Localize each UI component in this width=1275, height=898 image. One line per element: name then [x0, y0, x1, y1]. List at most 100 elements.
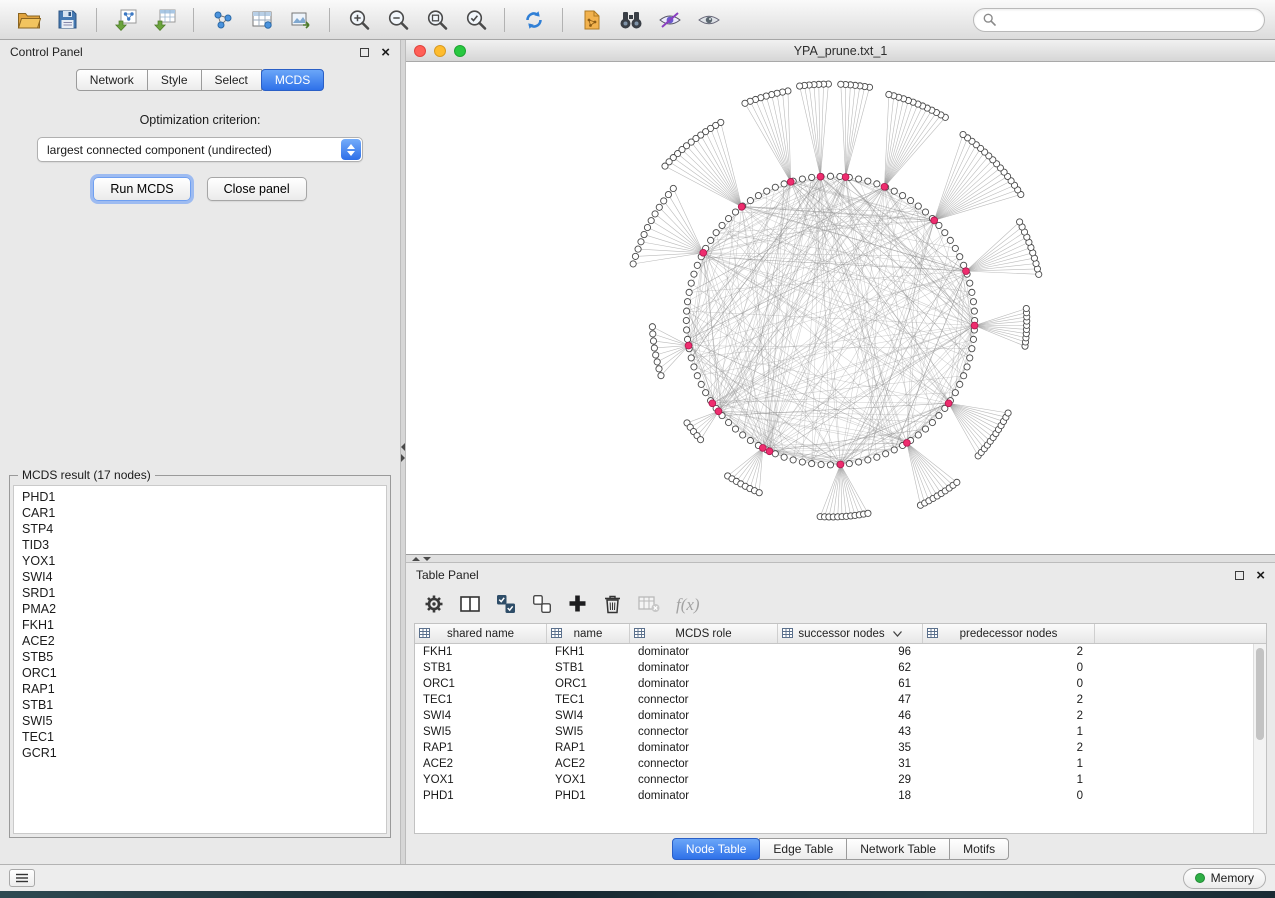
tab-select[interactable]: Select — [201, 69, 262, 91]
tab-mcds[interactable]: MCDS — [261, 69, 324, 91]
right-column: YPA_prune.txt_1 Table Panel × f(x) — [406, 40, 1275, 864]
mcds-result-item[interactable]: PMA2 — [14, 601, 386, 617]
close-panel-button[interactable]: Close panel — [207, 177, 307, 201]
deselect-all-button[interactable] — [532, 594, 552, 617]
table-cell: 1 — [923, 756, 1095, 772]
new-table-button[interactable] — [243, 4, 280, 36]
column-header-name[interactable]: name — [547, 624, 630, 643]
tab-network-table[interactable]: Network Table — [846, 838, 950, 860]
select-all-button[interactable] — [496, 594, 516, 617]
mcds-result-item[interactable]: RAP1 — [14, 681, 386, 697]
run-mcds-button[interactable]: Run MCDS — [93, 177, 190, 201]
maximize-window-button[interactable] — [454, 45, 466, 57]
network-graph[interactable] — [406, 62, 1275, 554]
save-session-button[interactable] — [49, 4, 86, 36]
tab-edge-table[interactable]: Edge Table — [759, 838, 847, 860]
open-file-button[interactable] — [10, 4, 47, 36]
mcds-result-item[interactable]: ACE2 — [14, 633, 386, 649]
fx-button[interactable]: f(x) — [676, 595, 700, 615]
column-header-MCDS-role[interactable]: MCDS role — [630, 624, 778, 643]
control-panel-title: Control Panel — [10, 45, 83, 59]
tab-motifs[interactable]: Motifs — [949, 838, 1009, 860]
table-cell: PHD1 — [547, 788, 630, 804]
minimize-window-button[interactable] — [434, 45, 446, 57]
float-table-panel-icon[interactable] — [1235, 571, 1244, 580]
delete-button[interactable] — [603, 594, 622, 617]
table-row[interactable]: SWI5SWI5connector431 — [415, 724, 1266, 740]
toolbar-separator — [562, 8, 563, 32]
table-row[interactable]: ORC1ORC1dominator610 — [415, 676, 1266, 692]
table-row[interactable]: YOX1YOX1connector291 — [415, 772, 1266, 788]
mcds-result-item[interactable]: PHD1 — [14, 489, 386, 505]
table-scrollbar[interactable] — [1253, 644, 1266, 833]
memory-button[interactable]: Memory — [1183, 868, 1266, 889]
criterion-dropdown[interactable]: largest connected component (undirected) — [37, 137, 363, 162]
mcds-result-item[interactable]: TID3 — [14, 537, 386, 553]
search-field[interactable] — [973, 8, 1265, 32]
zoom-fit-button[interactable] — [418, 4, 455, 36]
mcds-result-item[interactable]: TEC1 — [14, 729, 386, 745]
optimization-criterion-label: Optimization criterion: — [9, 113, 391, 127]
add-button[interactable] — [568, 594, 587, 616]
table-row[interactable]: PHD1PHD1dominator180 — [415, 788, 1266, 804]
column-header-successor-nodes[interactable]: successor nodes — [778, 624, 923, 643]
import-table-icon — [153, 9, 177, 31]
horizontal-splitter[interactable] — [406, 555, 1275, 563]
refresh-layout-button[interactable] — [515, 4, 552, 36]
import-network-button[interactable] — [107, 4, 144, 36]
mcds-result-item[interactable]: SRD1 — [14, 585, 386, 601]
table-row[interactable]: RAP1RAP1dominator352 — [415, 740, 1266, 756]
delete-column-button[interactable] — [638, 595, 660, 616]
zoom-selected-button[interactable] — [457, 4, 494, 36]
mcds-result-item[interactable]: SWI5 — [14, 713, 386, 729]
table-row[interactable]: TEC1TEC1connector472 — [415, 692, 1266, 708]
network-window: YPA_prune.txt_1 — [406, 40, 1275, 555]
select-all-icon — [496, 594, 516, 617]
column-header-predecessor-nodes[interactable]: predecessor nodes — [923, 624, 1095, 643]
table-row[interactable]: ACE2ACE2connector311 — [415, 756, 1266, 772]
close-panel-icon[interactable]: × — [381, 45, 390, 60]
export-graphics-button[interactable] — [282, 4, 319, 36]
new-network-button[interactable] — [204, 4, 241, 36]
collapse-down-icon[interactable] — [423, 557, 431, 561]
scrollbar-thumb[interactable] — [1256, 648, 1264, 740]
import-table-button[interactable] — [146, 4, 183, 36]
table-cell: connector — [630, 692, 778, 708]
search-input[interactable] — [1002, 13, 1255, 27]
collapse-right-icon[interactable] — [401, 454, 405, 462]
mcds-result-item[interactable]: STB1 — [14, 697, 386, 713]
tab-style[interactable]: Style — [147, 69, 202, 91]
table-cell: 0 — [923, 660, 1095, 676]
collapse-left-icon[interactable] — [401, 443, 405, 451]
mcds-result-item[interactable]: STB5 — [14, 649, 386, 665]
zoom-in-button[interactable] — [340, 4, 377, 36]
graphics-details-button[interactable] — [651, 4, 688, 36]
mcds-result-list[interactable]: PHD1CAR1STP4TID3YOX1SWI4SRD1PMA2FKH1ACE2… — [13, 485, 387, 834]
tab-node-table[interactable]: Node Table — [672, 838, 761, 860]
mcds-result-item[interactable]: ORC1 — [14, 665, 386, 681]
mcds-result-item[interactable]: FKH1 — [14, 617, 386, 633]
table-row[interactable]: FKH1FKH1dominator962 — [415, 644, 1266, 660]
close-table-panel-icon[interactable]: × — [1256, 568, 1265, 583]
settings-button[interactable] — [424, 594, 444, 617]
close-window-button[interactable] — [414, 45, 426, 57]
mcds-result-item[interactable]: CAR1 — [14, 505, 386, 521]
table-row[interactable]: STB1STB1dominator620 — [415, 660, 1266, 676]
table-row[interactable]: SWI4SWI4dominator462 — [415, 708, 1266, 724]
columns-button[interactable] — [460, 595, 480, 616]
show-hide-button[interactable] — [690, 4, 727, 36]
panel-menu-button[interactable] — [9, 869, 35, 887]
mcds-result-item[interactable]: SWI4 — [14, 569, 386, 585]
network-canvas[interactable] — [406, 62, 1275, 554]
tab-network[interactable]: Network — [76, 69, 148, 91]
column-header-shared-name[interactable]: shared name — [415, 624, 547, 643]
table-grid-icon — [782, 628, 793, 638]
mcds-result-item[interactable]: YOX1 — [14, 553, 386, 569]
collapse-up-icon[interactable] — [412, 557, 420, 561]
mcds-result-item[interactable]: STP4 — [14, 521, 386, 537]
search-network-button[interactable] — [612, 4, 649, 36]
copy-document-button[interactable] — [573, 4, 610, 36]
zoom-out-button[interactable] — [379, 4, 416, 36]
float-panel-icon[interactable] — [360, 48, 369, 57]
mcds-result-item[interactable]: GCR1 — [14, 745, 386, 761]
